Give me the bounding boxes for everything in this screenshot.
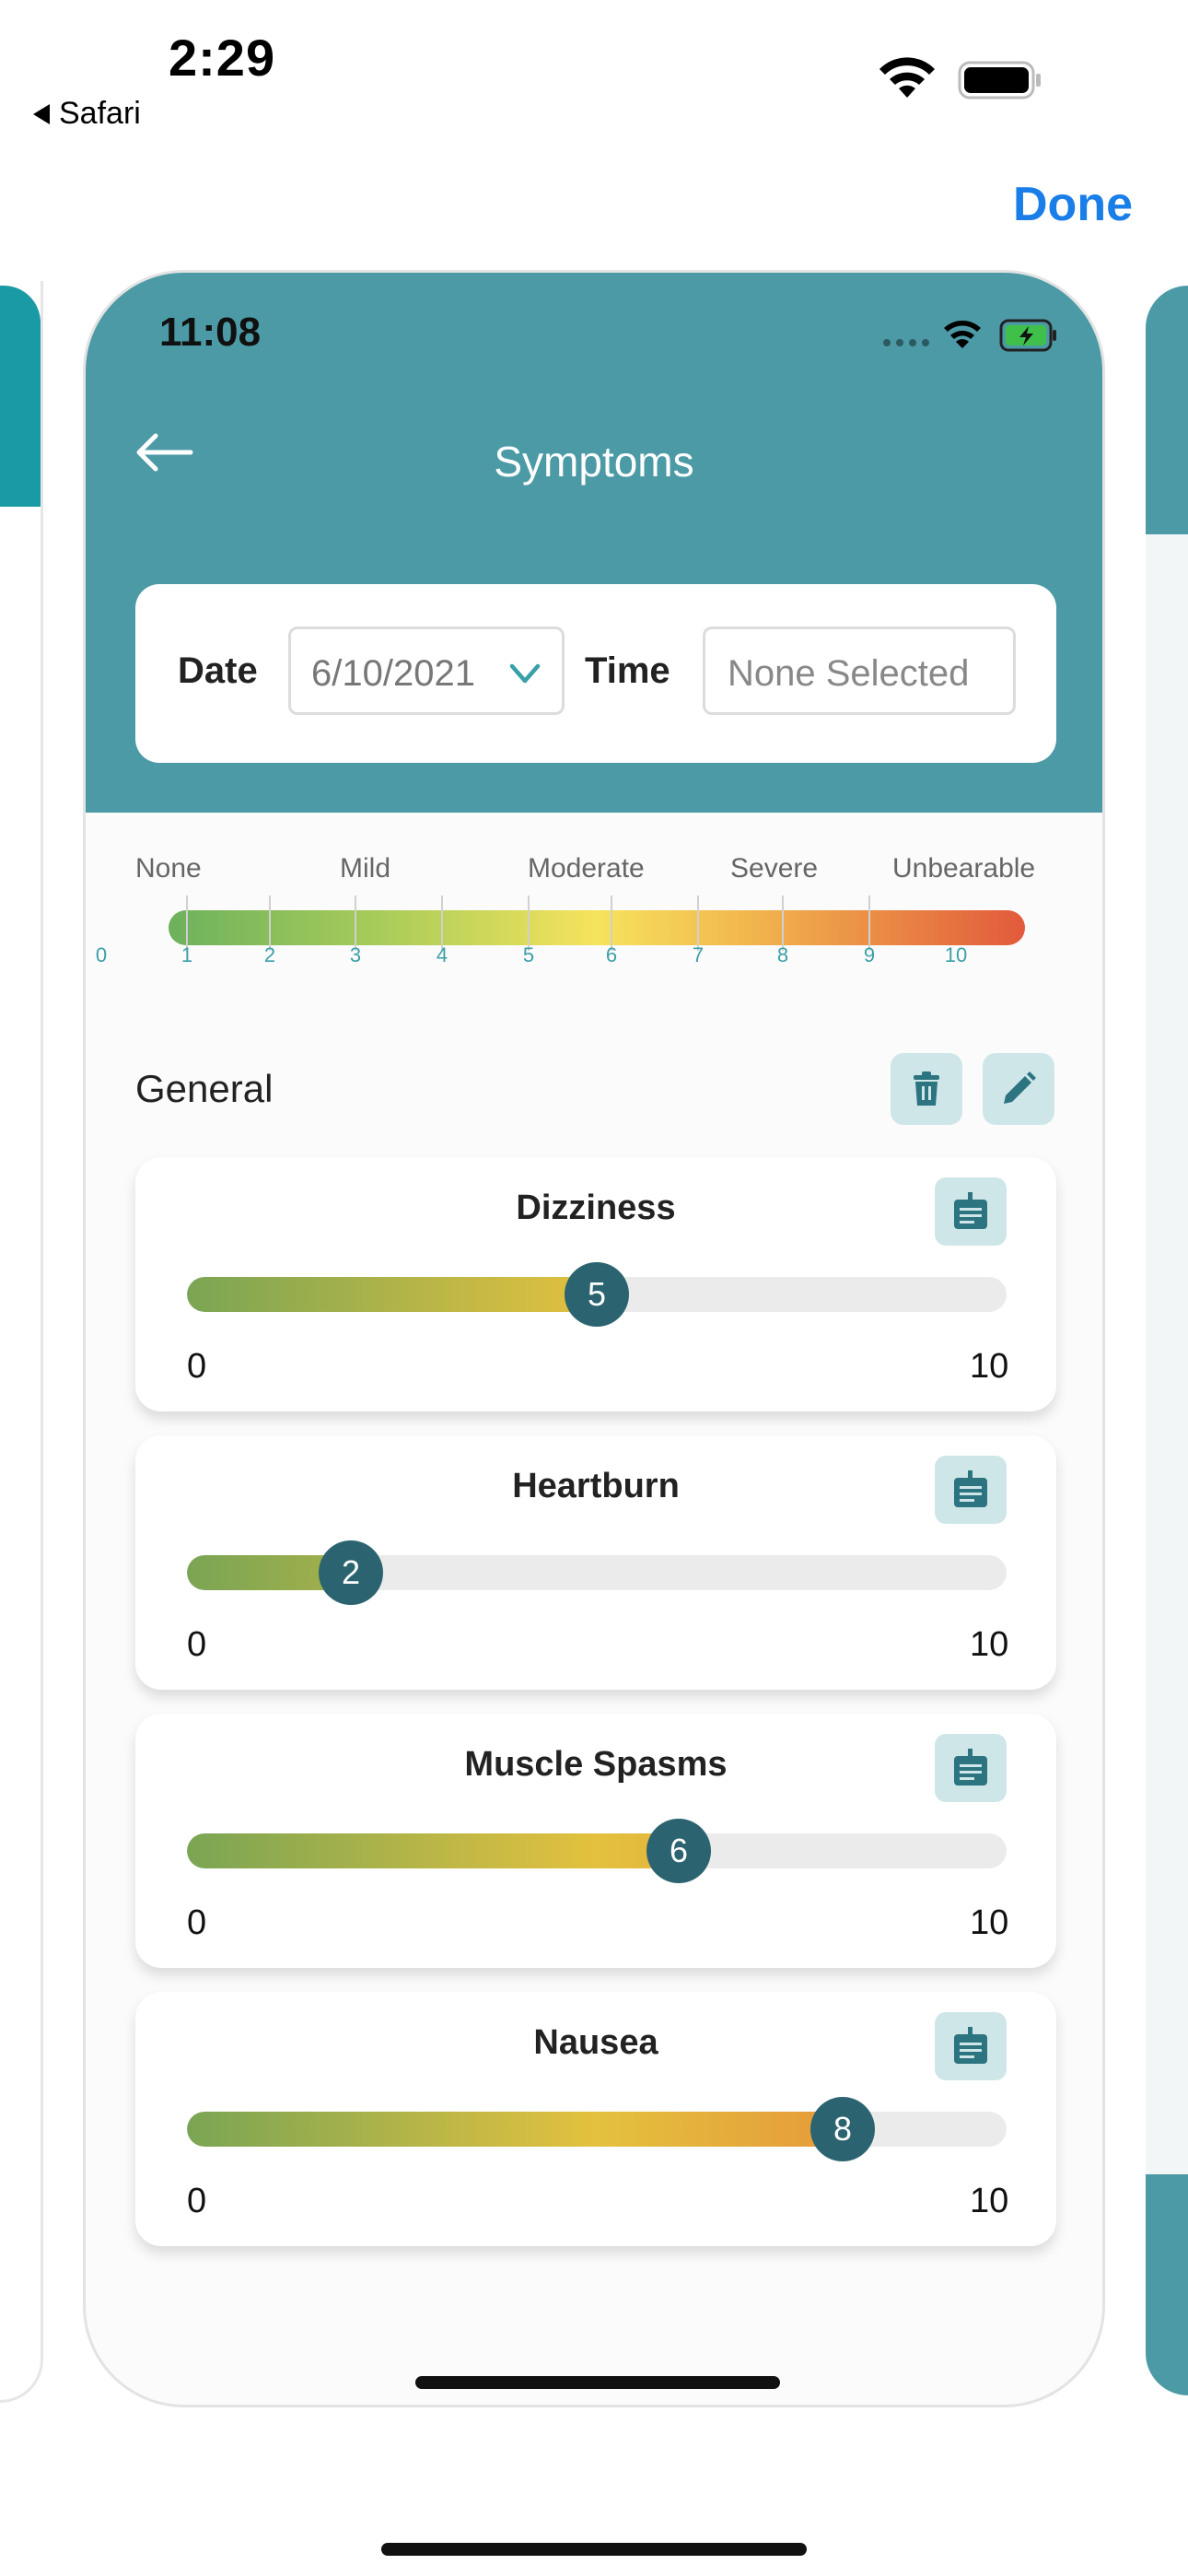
slider-min-label: 0 <box>187 1347 207 1386</box>
scale-number: 10 <box>944 943 968 966</box>
scale-number: 4 <box>436 943 448 966</box>
severity-slider-thumb[interactable]: 6 <box>646 1819 711 1883</box>
next-screenshot-header <box>1146 286 1188 534</box>
os-status-time: 2:29 <box>169 29 276 87</box>
note-icon <box>954 2027 987 2064</box>
page-title: Symptoms <box>494 438 694 486</box>
back-to-safari-link[interactable]: Safari <box>33 96 141 132</box>
scale-label-unbearable: Unbearable <box>892 853 1036 884</box>
scale-tick <box>697 896 699 951</box>
scale-number: 2 <box>263 943 276 966</box>
symptom-name: Dizziness <box>516 1188 676 1227</box>
note-icon <box>954 1749 987 1786</box>
symptom-name: Nausea <box>533 2023 658 2062</box>
back-triangle-icon <box>33 103 50 124</box>
severity-slider-fill <box>187 1277 615 1312</box>
note-icon <box>954 1192 987 1229</box>
date-value: 6/10/2021 <box>311 653 475 694</box>
signal-dots-icon <box>883 339 929 346</box>
scale-label-none: None <box>135 853 202 884</box>
date-dropdown[interactable]: 6/10/2021 <box>288 626 565 715</box>
severity-slider-thumb[interactable]: 5 <box>565 1262 629 1327</box>
symptom-card: Nausea 8 0 10 <box>135 1992 1056 2246</box>
symptom-name: Muscle Spasms <box>464 1745 728 1784</box>
scale-tick <box>868 896 870 951</box>
severity-slider-thumb[interactable]: 2 <box>319 1540 383 1605</box>
scale-number: 6 <box>605 943 618 966</box>
date-time-card: Date 6/10/2021 Time None Selected <box>135 584 1056 763</box>
slider-min-label: 0 <box>187 2182 207 2220</box>
trash-icon <box>914 1071 939 1106</box>
add-note-button[interactable] <box>935 1734 1007 1802</box>
severity-slider-thumb[interactable]: 8 <box>810 2097 875 2161</box>
battery-icon <box>958 61 1041 100</box>
severity-slider-track[interactable] <box>187 1555 1007 1590</box>
severity-slider-fill <box>187 1833 697 1868</box>
section-title: General <box>135 1067 274 1110</box>
app-battery-charging-icon <box>999 319 1056 352</box>
scale-number: 7 <box>692 943 705 966</box>
scale-number: 3 <box>349 943 362 966</box>
time-placeholder: None Selected <box>728 653 970 694</box>
next-screenshot-footer <box>1146 2174 1188 2395</box>
note-icon <box>954 1470 987 1507</box>
scale-tick <box>611 896 612 951</box>
previous-screenshot-header <box>0 286 41 507</box>
date-label: Date <box>178 650 258 691</box>
app-status-time: 11:08 <box>159 310 262 355</box>
delete-button[interactable] <box>891 1053 962 1125</box>
scale-tick <box>528 896 530 951</box>
scale-number: 1 <box>181 943 193 966</box>
scale-tick <box>782 896 784 951</box>
scale-tick <box>186 896 188 951</box>
edit-button[interactable] <box>983 1053 1054 1125</box>
back-to-safari-label: Safari <box>59 96 141 131</box>
scale-label-severe: Severe <box>730 853 819 884</box>
symptom-card: Dizziness 5 0 10 <box>135 1157 1056 1411</box>
scale-tick <box>441 896 443 951</box>
scale-number: 5 <box>522 943 535 966</box>
scale-number: 9 <box>863 943 876 966</box>
symptom-name: Heartburn <box>512 1467 680 1505</box>
severity-slider-track[interactable] <box>187 2112 1007 2147</box>
home-indicator <box>381 2543 807 2556</box>
slider-max-label: 10 <box>970 1903 1009 1942</box>
severity-slider-fill <box>187 2112 861 2147</box>
slider-max-label: 10 <box>970 1625 1009 1664</box>
scale-label-mild: Mild <box>340 853 391 884</box>
wifi-icon <box>879 57 935 98</box>
scale-label-moderate: Moderate <box>528 853 645 884</box>
app-wifi-icon <box>944 321 981 348</box>
slider-max-label: 10 <box>970 2182 1009 2220</box>
add-note-button[interactable] <box>935 1177 1007 1246</box>
slider-min-label: 0 <box>187 1903 207 1942</box>
scale-tick <box>269 896 271 951</box>
screenshot-preview: 11:08 Symptoms Date 6/10/2021 Time None … <box>83 270 1105 2407</box>
pencil-icon <box>1004 1071 1036 1104</box>
scale-tick <box>355 896 356 951</box>
app-home-indicator <box>415 2376 780 2389</box>
symptom-card: Heartburn 2 0 10 <box>135 1435 1056 1690</box>
add-note-button[interactable] <box>935 2012 1007 2080</box>
scale-number: 8 <box>776 943 789 966</box>
severity-slider-track[interactable] <box>187 1833 1007 1868</box>
scale-number: 0 <box>95 943 108 966</box>
severity-scale-bar <box>169 910 1025 945</box>
time-field[interactable]: None Selected <box>703 626 1016 715</box>
done-button[interactable]: Done <box>1013 177 1133 232</box>
next-screenshot-card[interactable] <box>1146 534 1188 2174</box>
slider-min-label: 0 <box>187 1625 207 1664</box>
time-label: Time <box>585 650 670 691</box>
symptom-card: Muscle Spasms 6 0 10 <box>135 1714 1056 1968</box>
chevron-down-icon <box>509 663 541 684</box>
add-note-button[interactable] <box>935 1456 1007 1524</box>
previous-screenshot-card[interactable] <box>0 281 43 2403</box>
slider-max-label: 10 <box>970 1347 1009 1386</box>
